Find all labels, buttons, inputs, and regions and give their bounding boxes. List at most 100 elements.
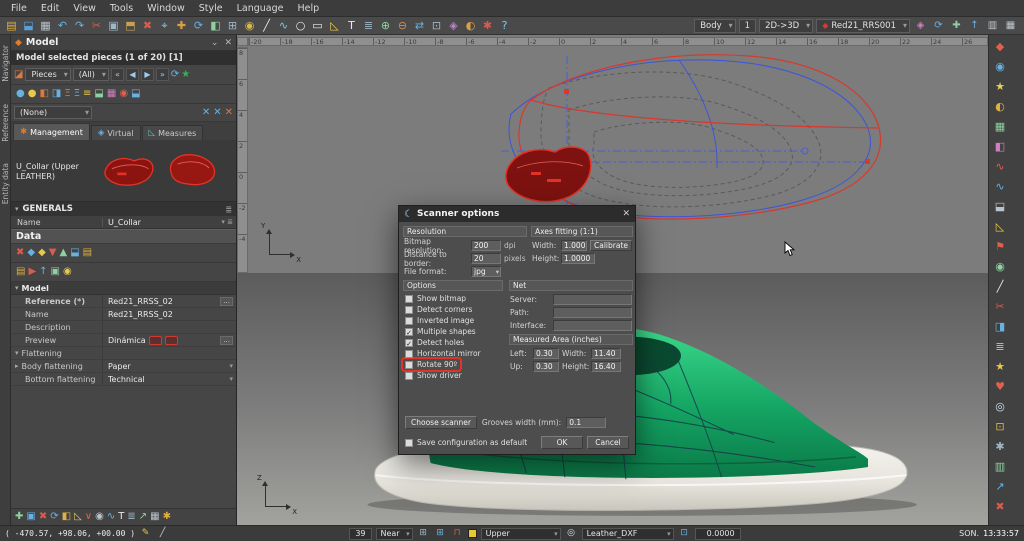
grid-pieces-icon[interactable]: ▦ <box>107 89 116 99</box>
mode-select[interactable]: 2D->3D <box>759 19 813 33</box>
calibrate-button[interactable]: Calibrate <box>590 240 632 251</box>
property-group-model[interactable]: ▾ Model <box>11 282 236 295</box>
dialog-title-bar[interactable]: ☾ Scanner options ✕ <box>399 206 635 222</box>
grid-toggle-icon[interactable]: ⊞ <box>417 529 430 538</box>
export-icon[interactable]: ↗ <box>139 512 147 522</box>
reference-value[interactable]: Red21_RRSS_02 ... <box>103 295 236 307</box>
dialog-close-icon[interactable]: ✕ <box>622 209 630 219</box>
refresh-model-icon[interactable]: ⟳ <box>931 18 946 33</box>
measured-height-input[interactable]: 16.40 <box>591 361 621 372</box>
menu-item[interactable]: Language <box>230 1 291 16</box>
description-value[interactable] <box>103 321 236 333</box>
preview-badge-icon[interactable] <box>165 336 178 345</box>
lock-icon[interactable]: ⊡ <box>678 529 691 538</box>
grooves-width-input[interactable]: 0.1 <box>566 417 606 428</box>
dialog-input[interactable]: 200 <box>471 240 501 251</box>
tolerance-value[interactable]: 39 <box>349 528 371 540</box>
texture-icon[interactable]: ▦ <box>992 117 1008 136</box>
option-rotate-90[interactable]: Rotate 90º <box>403 359 460 370</box>
save-data-icon[interactable]: ⬓ <box>70 248 79 258</box>
delete-icon[interactable]: ✖ <box>139 18 156 34</box>
menu-item[interactable]: File <box>4 1 34 16</box>
net-input[interactable] <box>553 320 632 331</box>
checkbox[interactable] <box>405 317 413 325</box>
option-horizontal-mirror[interactable]: Horizontal mirror <box>403 348 484 359</box>
notch-icon[interactable]: ∨ <box>85 512 92 522</box>
lace-icon[interactable]: ∿ <box>992 177 1008 196</box>
lock-3d-icon[interactable]: ⊡ <box>992 417 1008 436</box>
pin-icon[interactable]: ◉ <box>992 257 1008 276</box>
body-count[interactable]: 1 <box>739 19 756 33</box>
snap-mode-select[interactable]: Near <box>376 528 413 540</box>
offset-value[interactable]: 0.0000 <box>695 528 741 540</box>
body-flattening-select[interactable]: Paper <box>103 360 236 372</box>
mirror-piece-icon[interactable]: ◧ <box>62 512 71 522</box>
layout-columns-icon[interactable]: ▥ <box>985 18 1000 33</box>
save-default-checkbox[interactable] <box>405 439 413 447</box>
stitch-icon[interactable]: ∿ <box>992 157 1008 176</box>
clear-a-icon[interactable]: ✕ <box>202 108 210 118</box>
material-select[interactable]: Leather_DXF <box>582 528 674 540</box>
prev-piece-button[interactable]: ◀ <box>126 68 139 81</box>
body-select[interactable]: Body <box>694 19 735 33</box>
settings-icon[interactable]: ✱ <box>479 18 496 34</box>
delete-piece-icon[interactable]: ✖ <box>39 512 47 522</box>
preview-badge-icon[interactable] <box>149 336 162 345</box>
tab-virtual[interactable]: ◈ Virtual <box>91 125 141 140</box>
package-icon[interactable]: ▣ <box>51 267 60 277</box>
pin-icon[interactable]: ⌄ <box>211 38 219 48</box>
last-tool-icon[interactable]: ◺ <box>992 217 1008 236</box>
snap-toggle-icon[interactable]: ⊞ <box>434 529 447 538</box>
clear-b-icon[interactable]: ✕ <box>213 108 221 118</box>
chart-icon[interactable]: ▥ <box>992 457 1008 476</box>
layer-select[interactable]: Upper <box>481 528 561 540</box>
shade-icon[interactable]: ◐ <box>462 18 479 34</box>
pieces-select[interactable]: Pieces <box>25 68 70 81</box>
ok-button[interactable]: OK <box>541 436 583 449</box>
checkbox[interactable] <box>405 306 413 314</box>
generals-menu-icon[interactable]: ≣ <box>225 205 232 214</box>
checkbox[interactable] <box>405 361 413 369</box>
text-piece-icon[interactable]: T <box>118 512 124 522</box>
checkbox[interactable] <box>405 295 413 303</box>
redo-icon[interactable]: ↷ <box>71 18 88 34</box>
pan-icon[interactable]: ⇄ <box>411 18 428 34</box>
rect-tool-icon[interactable]: ▭ <box>309 18 326 34</box>
checkbox[interactable]: ✓ <box>405 328 413 336</box>
grade-icon[interactable]: ◺ <box>74 512 82 522</box>
pane-up-icon[interactable]: ↑ <box>967 18 982 33</box>
material-icon[interactable]: ◐ <box>992 97 1008 116</box>
side-tab[interactable]: Reference <box>1 104 10 142</box>
piece-3d-icon[interactable]: ◧ <box>992 137 1008 156</box>
tab-management[interactable]: ✱ Management <box>13 123 90 140</box>
option-detect-holes[interactable]: ✓ Detect holes <box>403 337 467 348</box>
heart-icon[interactable]: ♥ <box>992 377 1008 396</box>
net-input[interactable] <box>553 294 632 305</box>
add-icon[interactable]: ✚ <box>173 18 190 34</box>
eye-3d-icon[interactable]: ◎ <box>992 397 1008 416</box>
stack-icon[interactable]: ≡ <box>83 89 91 99</box>
option-show-driver[interactable]: Show driver <box>403 370 465 381</box>
checkbox[interactable] <box>405 372 413 380</box>
eye-icon[interactable]: ◎ <box>565 529 578 538</box>
zoom-in-icon[interactable]: ⊕ <box>377 18 394 34</box>
pieces-filter-select[interactable]: (All) <box>73 68 109 81</box>
list-b-icon[interactable]: Ξ <box>74 89 80 99</box>
option-show-bitmap[interactable]: Show bitmap <box>403 293 469 304</box>
measured-up-input[interactable]: 0.30 <box>533 361 559 372</box>
paste-icon[interactable]: ⬒ <box>122 18 139 34</box>
last-piece-button[interactable]: » <box>156 68 169 81</box>
cut-icon[interactable]: ✂ <box>88 18 105 34</box>
active-color-swatch[interactable] <box>468 529 477 538</box>
seam-icon[interactable]: ∿ <box>107 512 115 522</box>
tab-measures[interactable]: ◺ Measures <box>142 125 204 140</box>
close-icon[interactable]: ✕ <box>224 38 232 48</box>
measure-icon[interactable]: ╱ <box>156 529 169 538</box>
layers-3d-icon[interactable]: ≣ <box>992 337 1008 356</box>
angle-tool-icon[interactable]: ◺ <box>326 18 343 34</box>
cut-3d-icon[interactable]: ✂ <box>992 297 1008 316</box>
side-tab[interactable]: Navigator <box>1 45 10 82</box>
axes-width-input[interactable]: 1.0000 <box>561 240 587 251</box>
mirror-icon[interactable]: ◧ <box>207 18 224 34</box>
first-piece-button[interactable]: « <box>111 68 124 81</box>
